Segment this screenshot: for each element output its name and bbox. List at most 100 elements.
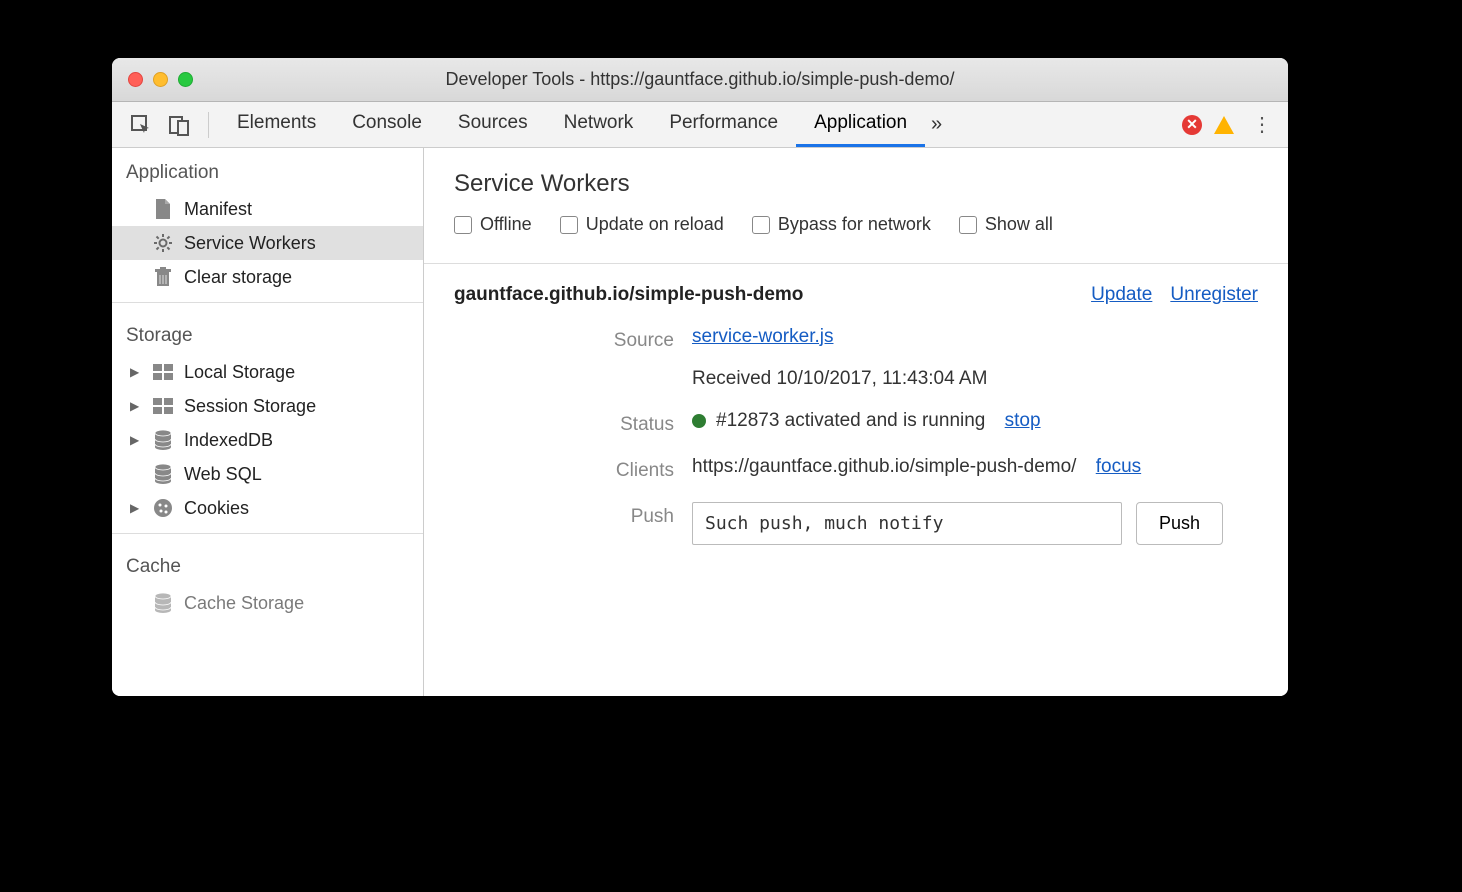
sw-unregister-link[interactable]: Unregister bbox=[1170, 284, 1258, 306]
warnings-badge-icon[interactable] bbox=[1214, 116, 1234, 134]
checkbox-label: Offline bbox=[480, 214, 532, 235]
gear-icon bbox=[152, 232, 174, 254]
sidebar-item-label: Clear storage bbox=[184, 267, 292, 288]
status-running-icon bbox=[692, 414, 706, 428]
sw-received-text: Received 10/10/2017, 11:43:04 AM bbox=[692, 368, 1258, 390]
checkbox-bypass-for-network[interactable]: Bypass for network bbox=[752, 214, 931, 235]
close-window-button[interactable] bbox=[128, 72, 143, 87]
titlebar: Developer Tools - https://gauntface.gith… bbox=[112, 58, 1288, 102]
checkbox-label: Update on reload bbox=[586, 214, 724, 235]
sw-source-label: Source bbox=[504, 326, 674, 352]
minimize-window-button[interactable] bbox=[153, 72, 168, 87]
checkbox-icon bbox=[454, 216, 472, 234]
checkbox-label: Show all bbox=[985, 214, 1053, 235]
traffic-lights bbox=[112, 72, 193, 87]
sw-title-actions: Update Unregister bbox=[1091, 284, 1258, 306]
database-icon bbox=[152, 463, 174, 485]
trash-icon bbox=[152, 266, 174, 288]
disclosure-triangle-icon[interactable]: ▶ bbox=[130, 399, 142, 413]
file-icon bbox=[152, 198, 174, 220]
toolbar-right: ✕ ⋮ bbox=[1182, 112, 1278, 137]
disclosure-triangle-icon[interactable]: ▶ bbox=[130, 433, 142, 447]
sw-stop-link[interactable]: stop bbox=[1005, 410, 1041, 431]
device-toggle-icon[interactable] bbox=[164, 110, 194, 140]
application-sidebar: Application ▶ Manifest ▶ Service Workers… bbox=[112, 148, 424, 696]
tab-network[interactable]: Network bbox=[546, 102, 652, 147]
sidebar-group-application: Application bbox=[112, 148, 423, 192]
sidebar-item-manifest[interactable]: ▶ Manifest bbox=[112, 192, 423, 226]
sidebar-item-label: Cookies bbox=[184, 498, 249, 519]
toolbar-divider bbox=[208, 112, 209, 138]
sw-push-button[interactable]: Push bbox=[1136, 502, 1223, 545]
sw-push-row: Push bbox=[692, 502, 1258, 545]
tab-console[interactable]: Console bbox=[334, 102, 440, 147]
disclosure-triangle-icon[interactable]: ▶ bbox=[130, 501, 142, 515]
sidebar-group-cache: Cache bbox=[112, 542, 423, 586]
sidebar-item-indexeddb[interactable]: ▶ IndexedDB bbox=[112, 423, 423, 457]
table-icon bbox=[152, 361, 174, 383]
panel-tabs: Elements Console Sources Network Perform… bbox=[219, 102, 925, 147]
sw-source-value: service-worker.js Received 10/10/2017, 1… bbox=[692, 326, 1258, 390]
sw-status-text: #12873 activated and is running bbox=[716, 410, 985, 431]
window-title: Developer Tools - https://gauntface.gith… bbox=[112, 69, 1288, 90]
settings-menu-icon[interactable]: ⋮ bbox=[1246, 112, 1278, 137]
table-icon bbox=[152, 395, 174, 417]
sidebar-item-session-storage[interactable]: ▶ Session Storage bbox=[112, 389, 423, 423]
sw-push-label: Push bbox=[504, 502, 674, 528]
checkbox-icon bbox=[752, 216, 770, 234]
checkbox-icon bbox=[560, 216, 578, 234]
checkbox-label: Bypass for network bbox=[778, 214, 931, 235]
sw-clients-value: https://gauntface.github.io/simple-push-… bbox=[692, 456, 1258, 478]
tab-performance[interactable]: Performance bbox=[651, 102, 796, 147]
sw-push-input[interactable] bbox=[692, 502, 1122, 545]
sidebar-item-label: Web SQL bbox=[184, 464, 262, 485]
main-panel: Service Workers Offline Update on reload… bbox=[424, 148, 1288, 696]
checkbox-update-on-reload[interactable]: Update on reload bbox=[560, 214, 724, 235]
sidebar-item-label: Cache Storage bbox=[184, 593, 304, 614]
sidebar-divider bbox=[112, 302, 423, 303]
database-icon bbox=[152, 429, 174, 451]
checkbox-icon bbox=[959, 216, 977, 234]
sidebar-item-service-workers[interactable]: ▶ Service Workers bbox=[112, 226, 423, 260]
cookie-icon bbox=[152, 497, 174, 519]
sidebar-divider bbox=[112, 533, 423, 534]
sw-registration: gauntface.github.io/simple-push-demo Upd… bbox=[424, 264, 1288, 565]
sw-source-link[interactable]: service-worker.js bbox=[692, 326, 833, 347]
checkbox-offline[interactable]: Offline bbox=[454, 214, 532, 235]
sw-client-url: https://gauntface.github.io/simple-push-… bbox=[692, 456, 1076, 477]
tab-elements[interactable]: Elements bbox=[219, 102, 334, 147]
sidebar-item-label: Local Storage bbox=[184, 362, 295, 383]
sidebar-item-label: IndexedDB bbox=[184, 430, 273, 451]
sw-title-row: gauntface.github.io/simple-push-demo Upd… bbox=[454, 284, 1258, 326]
devtools-window: Developer Tools - https://gauntface.gith… bbox=[112, 58, 1288, 696]
sw-origin: gauntface.github.io/simple-push-demo bbox=[454, 284, 803, 306]
errors-badge-icon[interactable]: ✕ bbox=[1182, 115, 1202, 135]
sidebar-item-cache-storage[interactable]: ▶ Cache Storage bbox=[112, 586, 423, 620]
main-header: Service Workers Offline Update on reload… bbox=[424, 148, 1288, 263]
sidebar-item-cookies[interactable]: ▶ Cookies bbox=[112, 491, 423, 525]
sw-update-link[interactable]: Update bbox=[1091, 284, 1152, 306]
sidebar-item-label: Service Workers bbox=[184, 233, 316, 254]
panel-body: Application ▶ Manifest ▶ Service Workers… bbox=[112, 148, 1288, 696]
zoom-window-button[interactable] bbox=[178, 72, 193, 87]
more-tabs-button[interactable]: » bbox=[925, 113, 948, 136]
sw-status-value: #12873 activated and is running stop bbox=[692, 410, 1258, 432]
checkbox-show-all[interactable]: Show all bbox=[959, 214, 1053, 235]
sidebar-group-storage: Storage bbox=[112, 311, 423, 355]
devtools-toolbar: Elements Console Sources Network Perform… bbox=[112, 102, 1288, 148]
tab-sources[interactable]: Sources bbox=[440, 102, 546, 147]
panel-title: Service Workers bbox=[454, 170, 1258, 198]
sw-clients-label: Clients bbox=[504, 456, 674, 482]
sidebar-item-label: Session Storage bbox=[184, 396, 316, 417]
sw-options-row: Offline Update on reload Bypass for netw… bbox=[454, 214, 1258, 253]
sw-detail-grid: Source service-worker.js Received 10/10/… bbox=[504, 326, 1258, 545]
sidebar-item-label: Manifest bbox=[184, 199, 252, 220]
sidebar-item-local-storage[interactable]: ▶ Local Storage bbox=[112, 355, 423, 389]
disclosure-triangle-icon[interactable]: ▶ bbox=[130, 365, 142, 379]
inspect-element-icon[interactable] bbox=[126, 110, 156, 140]
sw-status-label: Status bbox=[504, 410, 674, 436]
sidebar-item-clear-storage[interactable]: ▶ Clear storage bbox=[112, 260, 423, 294]
sidebar-item-web-sql[interactable]: ▶ Web SQL bbox=[112, 457, 423, 491]
sw-focus-link[interactable]: focus bbox=[1096, 456, 1141, 477]
tab-application[interactable]: Application bbox=[796, 102, 925, 147]
